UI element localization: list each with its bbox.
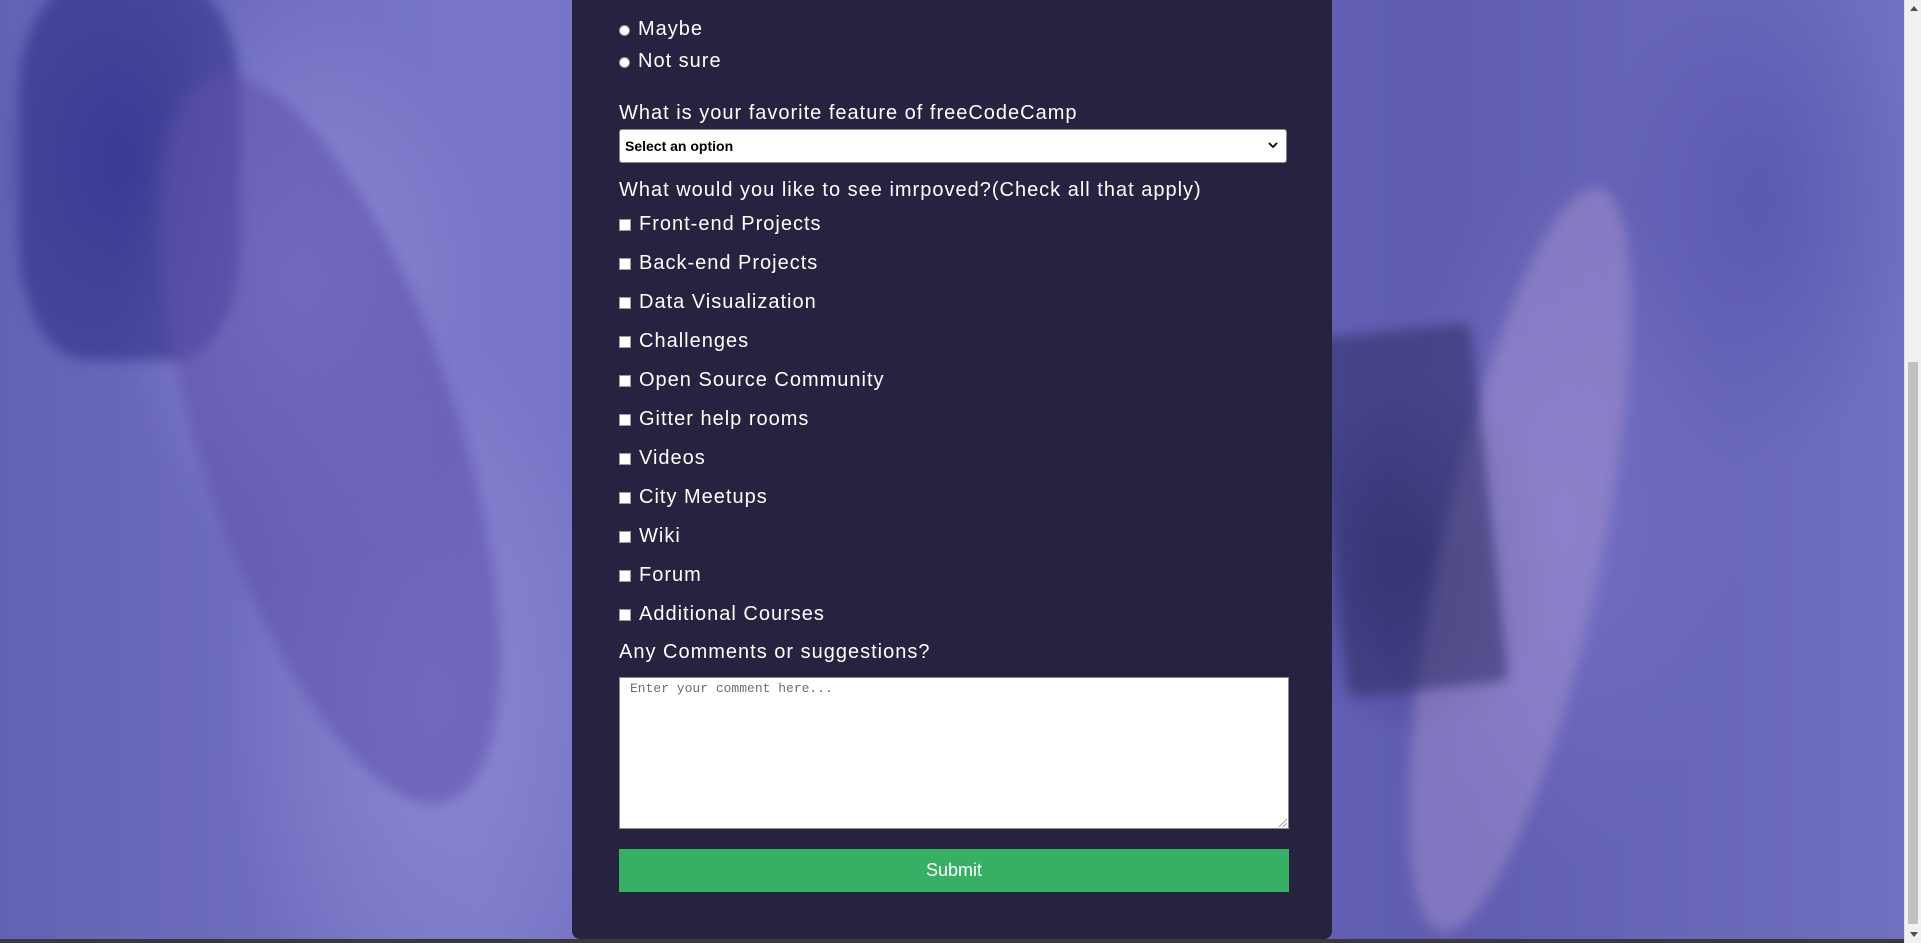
checkbox-option[interactable]: Data Visualization (619, 290, 817, 314)
checkbox-label: Additional Courses (639, 602, 825, 625)
checkbox[interactable] (619, 375, 631, 387)
favorite-feature-dropdown[interactable]: Select an option (619, 129, 1287, 163)
checkbox-label: Videos (639, 446, 706, 469)
chevron-down-icon (1266, 140, 1280, 152)
radio-option-label: Maybe (638, 17, 704, 40)
checkbox-label: City Meetups (639, 485, 768, 508)
checkbox[interactable] (619, 336, 631, 348)
checkbox[interactable] (619, 609, 631, 621)
comments-label: Any Comments or suggestions? (619, 641, 931, 663)
checkbox-label: Back-end Projects (639, 251, 819, 274)
checkbox[interactable] (619, 570, 631, 582)
favorite-feature-label: What is your favorite feature of freeCod… (619, 102, 1078, 124)
checkbox-option[interactable]: Back-end Projects (619, 251, 818, 275)
horizontal-scrollbar-track[interactable] (0, 939, 1904, 943)
triangle-down-icon[interactable] (1905, 926, 1921, 943)
checkbox-option[interactable]: Wiki (619, 524, 681, 548)
checkbox-option[interactable]: Open Source Community (619, 368, 885, 392)
checkbox-option[interactable]: Challenges (619, 329, 749, 353)
checkbox[interactable] (619, 531, 631, 543)
vertical-scrollbar[interactable] (1904, 0, 1921, 943)
improve-label: What would you like to see imrpoved?(Che… (619, 179, 1202, 201)
checkbox-option[interactable]: Videos (619, 446, 706, 470)
radio-button[interactable] (619, 56, 630, 68)
checkbox-label: Challenges (639, 329, 750, 352)
radio-button[interactable] (619, 24, 630, 36)
resize-handle-icon[interactable] (1277, 817, 1287, 827)
checkbox[interactable] (619, 219, 631, 231)
checkbox-option[interactable]: Forum (619, 563, 702, 587)
comments-placeholder: Enter your comment here... (630, 681, 833, 696)
checkbox-label: Open Source Community (639, 368, 885, 391)
checkbox[interactable] (619, 297, 631, 309)
checkbox-option[interactable]: City Meetups (619, 485, 768, 509)
checkbox[interactable] (619, 258, 631, 270)
checkbox-label: Front-end Projects (639, 212, 822, 235)
checkbox-label: Gitter help rooms (639, 407, 810, 430)
checkbox-label: Data Visualization (639, 290, 817, 313)
checkbox-label: Wiki (639, 524, 681, 547)
triangle-up-icon[interactable] (1905, 0, 1921, 17)
checkbox-option[interactable]: Additional Courses (619, 602, 825, 626)
checkbox-option[interactable]: Front-end Projects (619, 212, 822, 236)
checkbox[interactable] (619, 414, 631, 426)
checkbox[interactable] (619, 453, 631, 465)
survey-form-panel: Maybe Not sure What is your favorite fea… (572, 0, 1332, 939)
dropdown-selected-value: Select an option (625, 138, 734, 154)
comments-textarea[interactable]: Enter your comment here... (619, 677, 1289, 829)
radio-option-label: Not sure (638, 49, 722, 72)
checkbox[interactable] (619, 492, 631, 504)
scrollbar-thumb[interactable] (1908, 362, 1918, 924)
checkbox-option[interactable]: Gitter help rooms (619, 407, 809, 431)
radio-option-not-sure[interactable]: Not sure (619, 49, 722, 73)
radio-option-maybe[interactable]: Maybe (619, 17, 703, 41)
submit-button[interactable]: Submit (619, 849, 1289, 892)
checkbox-label: Forum (639, 563, 702, 586)
